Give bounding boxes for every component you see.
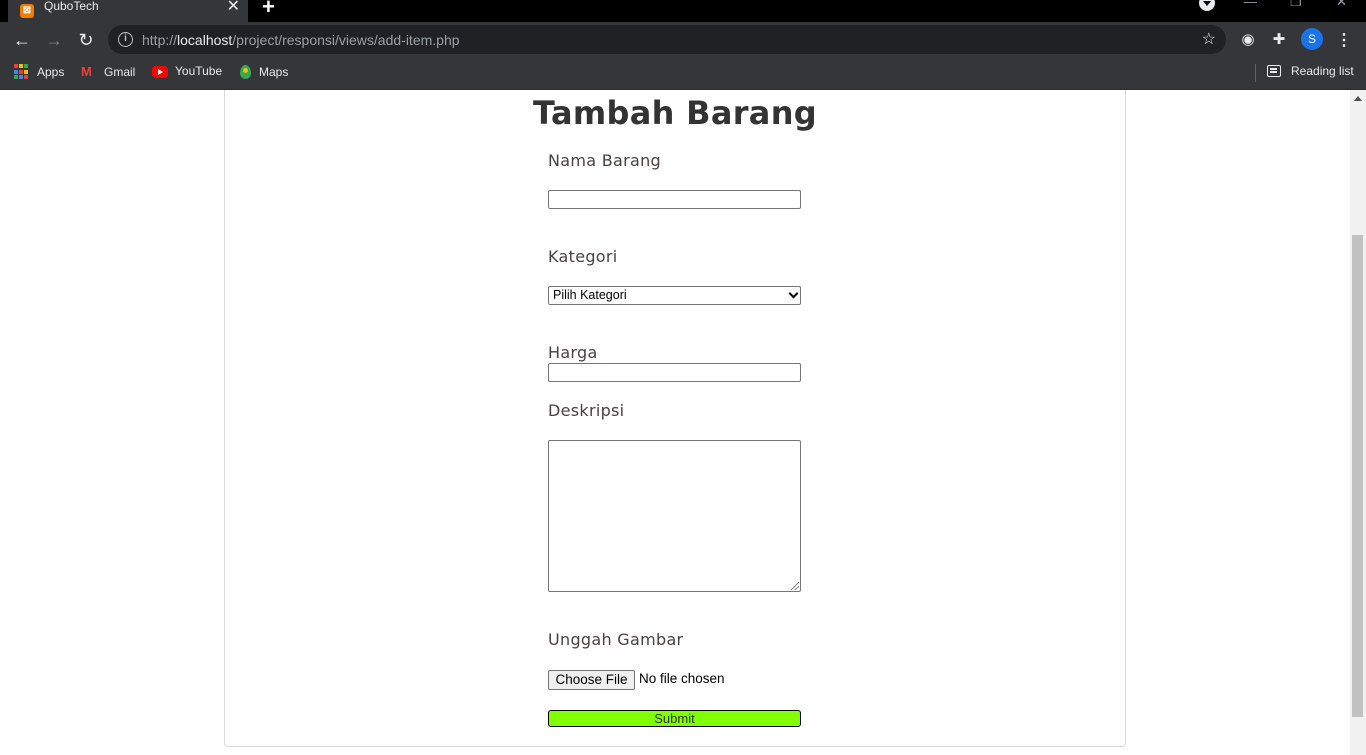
submit-button[interactable]: Submit [548,710,801,727]
bookmark-star-icon[interactable]: ☆ [1202,29,1216,49]
harga-input[interactable] [548,363,801,382]
browser-toolbar: ← → ↻ i http://localhost/project/respons… [0,22,1366,57]
browser-tab[interactable]: ⊠ QuboTech ✕ [8,0,248,22]
kategori-selected-value: Pilih Kategori [553,288,627,302]
reading-list-icon [1267,65,1281,77]
bookmark-label: Maps [259,65,289,79]
scroll-up-icon[interactable] [1354,96,1362,101]
file-status-text: No file chosen [639,671,725,686]
unggah-gambar-label: Unggah Gambar [548,630,684,649]
extension-icon[interactable]: ◉ [1238,30,1258,50]
youtube-icon [152,66,168,78]
resize-grip-icon[interactable] [791,582,799,590]
back-icon[interactable]: ← [10,28,34,52]
bookmarks-bar: Apps M Gmail YouTube Maps Reading list [0,57,1366,90]
bookmark-label: Apps [37,65,65,79]
address-bar[interactable]: i http://localhost/project/responsi/view… [108,25,1226,54]
deskripsi-textarea[interactable] [548,440,801,592]
bookmark-label: YouTube [175,64,223,78]
tab-search-icon[interactable] [1199,0,1215,11]
window-close-icon[interactable]: ✕ [1336,0,1347,10]
gmail-icon: M [81,64,92,79]
minimize-icon[interactable]: — [1244,0,1257,9]
site-info-icon[interactable]: i [118,32,133,47]
page-title: Tambah Barang [532,94,817,132]
close-tab-icon[interactable]: ✕ [227,0,240,16]
restore-icon[interactable]: ❐ [1290,0,1302,10]
nama-barang-input[interactable] [548,190,801,209]
kategori-select[interactable]: Pilih Kategori [548,286,801,305]
extensions-puzzle-icon[interactable]: ✚ [1269,30,1289,50]
url-text[interactable]: http://localhost/project/responsi/views/… [142,32,460,48]
bookmark-youtube[interactable]: YouTube [152,64,222,78]
reading-list-label: Reading list [1291,64,1354,78]
tab-title: QuboTech [44,0,99,13]
forward-icon[interactable]: → [42,28,66,52]
page-scrollbar[interactable] [1350,90,1366,755]
choose-file-button[interactable]: Choose File [548,670,635,690]
scrollbar-thumb[interactable] [1352,235,1363,717]
new-tab-icon[interactable]: + [262,0,275,20]
bookmarks-divider [1255,64,1256,82]
harga-label: Harga [548,343,598,362]
bookmark-apps[interactable]: Apps [14,64,64,80]
chevron-down-icon [788,288,799,299]
site-favicon-icon: ⊠ [20,4,34,18]
page-viewport: Tambah Barang Nama Barang Kategori Pilih… [0,90,1350,755]
bookmark-maps[interactable]: Maps [237,64,288,80]
bookmark-label: Gmail [104,65,136,79]
deskripsi-label: Deskripsi [548,401,625,420]
apps-grid-icon [14,64,30,80]
tab-strip: ⊠ QuboTech ✕ + — ❐ ✕ [0,0,1366,22]
browser-menu-icon[interactable]: ⋮ [1336,30,1352,50]
reload-icon[interactable]: ↻ [74,28,98,52]
profile-avatar[interactable]: S [1301,28,1323,50]
maps-icon [240,65,251,79]
reading-list-button[interactable]: Reading list [1267,64,1354,78]
bookmark-gmail[interactable]: M Gmail [81,64,135,80]
kategori-label: Kategori [548,247,618,266]
nama-barang-label: Nama Barang [548,151,662,170]
